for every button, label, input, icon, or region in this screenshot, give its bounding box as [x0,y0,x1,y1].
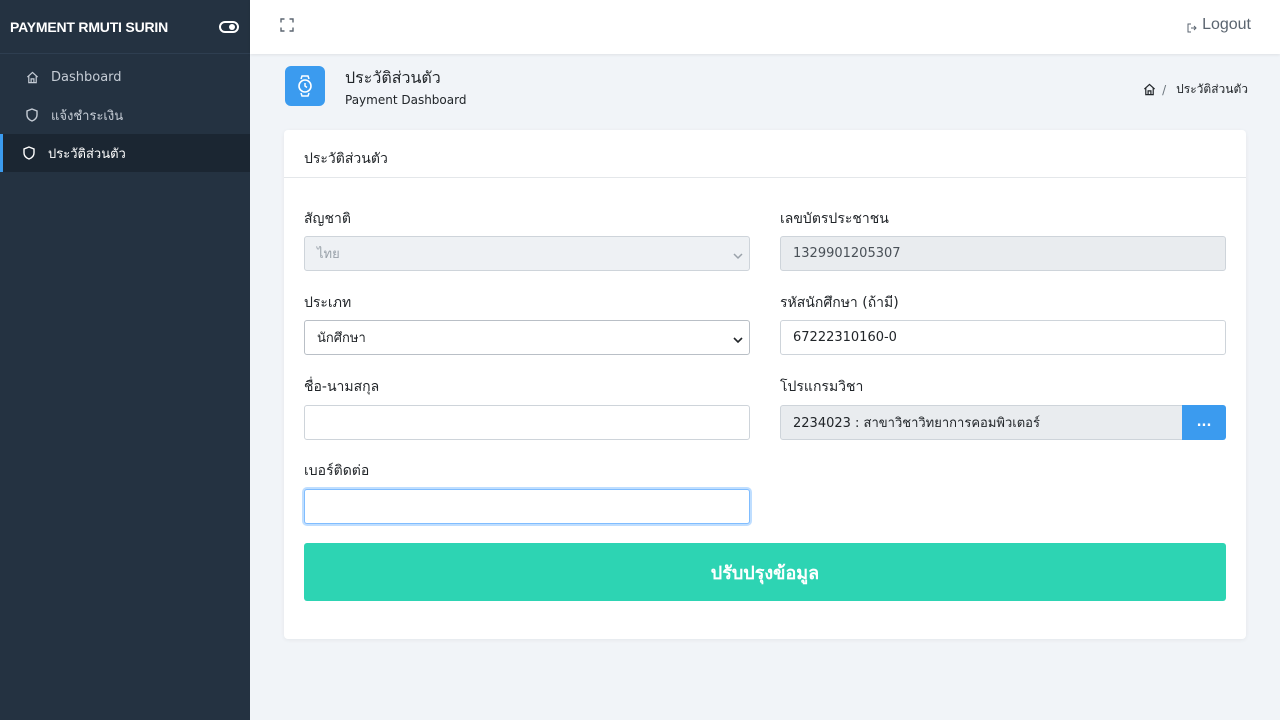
update-button[interactable]: ปรับปรุงข้อมูล [304,543,1226,601]
program-browse-button[interactable]: ... [1182,405,1226,440]
sidebar-nav: Dashboard แจ้งชำระเงิน ประวัติส่วนตัว [0,54,250,172]
type-label: ประเภท [304,295,352,311]
program-field[interactable]: 2234023 : สาขาวิชาวิทยาการคอมพิวเตอร์ [780,405,1183,440]
chevron-down-icon [733,333,743,344]
fullname-label: ชื่อ-นามสกุล [304,379,380,395]
logout-label: Logout [1202,16,1251,33]
breadcrumb-separator: / [1162,82,1167,97]
page-title: ประวัติส่วนตัว [345,68,441,87]
profile-card: ประวัติส่วนตัว สัญชาติ ไทย เลขบัตรประชาช… [284,130,1246,639]
nationality-select[interactable]: ไทย [304,236,750,271]
brand-title: PAYMENT RMUTI SURIN [10,18,168,35]
program-value: 2234023 : สาขาวิชาวิทยาการคอมพิวเตอร์ [793,416,1040,431]
breadcrumb: / ประวัติส่วนตัว [1143,80,1248,99]
student-id-value: 67222310160-0 [793,330,897,345]
sidebar: PAYMENT RMUTI SURIN Dashboard แจ้งชำระเง… [0,0,250,720]
student-id-label: รหัสนักศึกษา (ถ้ามี) [780,295,899,311]
fullscreen-icon[interactable] [280,17,294,32]
watch-icon [285,66,325,106]
topbar: Logout [250,0,1280,54]
sidebar-item-profile[interactable]: ประวัติส่วนตัว [0,134,250,172]
toggle-icon[interactable] [218,20,240,34]
brand-bar: PAYMENT RMUTI SURIN [0,0,250,54]
home-icon[interactable] [1143,83,1156,96]
id-card-label: เลขบัตรประชาชน [780,211,889,227]
sidebar-item-dashboard[interactable]: Dashboard [0,58,250,96]
page-subtitle: Payment Dashboard [345,93,467,107]
program-label: โปรแกรมวิชา [780,379,864,395]
nationality-value: ไทย [317,247,340,262]
nationality-label: สัญชาติ [304,211,351,227]
breadcrumb-current: ประวัติส่วนตัว [1176,82,1248,96]
fullname-field[interactable] [304,405,750,440]
id-card-value: 1329901205307 [793,246,901,261]
sidebar-item-label: ประวัติส่วนตัว [48,146,126,162]
type-select[interactable]: นักศึกษา [304,320,750,355]
id-card-field[interactable]: 1329901205307 [780,236,1226,271]
phone-label: เบอร์ติดต่อ [304,463,370,479]
sidebar-item-label: แจ้งชำระเงิน [51,108,124,124]
student-id-field[interactable]: 67222310160-0 [780,320,1226,355]
card-title: ประวัติส่วนตัว [284,130,1246,178]
phone-field[interactable] [304,489,750,524]
shield-icon [25,108,39,122]
sidebar-item-payment[interactable]: แจ้งชำระเงิน [0,96,250,134]
chevron-down-icon [733,249,743,260]
home-icon [25,70,39,84]
shield-icon [22,146,36,160]
logout-button[interactable]: Logout [1187,16,1251,34]
sidebar-item-label: Dashboard [51,69,122,85]
type-value: นักศึกษา [317,331,366,346]
logout-icon [1187,20,1198,32]
